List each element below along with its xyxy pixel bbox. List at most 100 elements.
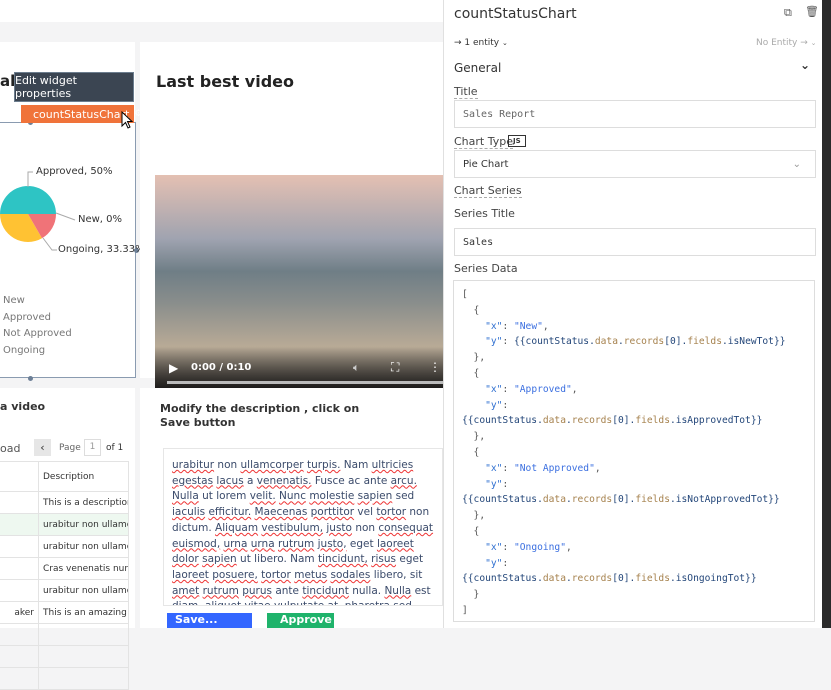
chart-type-value: Pie Chart: [463, 158, 509, 170]
table-cell[interactable]: urabitur non ullamco: [38, 535, 129, 558]
table-row[interactable]: [0, 645, 129, 668]
series-data-editor[interactable]: [ { "x": "New", "y": {{countStatus.data.…: [453, 280, 815, 622]
table-cell[interactable]: urabitur non ullamco: [38, 579, 129, 602]
code-token: "y": [462, 478, 503, 490]
table-cell[interactable]: [0, 667, 39, 690]
section-general[interactable]: General: [454, 61, 501, 75]
text-word: ut: [240, 553, 251, 566]
series-title-input[interactable]: Sales: [454, 228, 816, 256]
page-input[interactable]: 1: [84, 439, 101, 456]
text-word: aliquet: [205, 600, 241, 605]
video-progress-bar[interactable]: [167, 381, 443, 384]
chevron-down-icon[interactable]: ⌄: [800, 58, 810, 72]
table-cell[interactable]: [0, 579, 39, 602]
text-word: vestibulum,: [261, 521, 324, 534]
title-label: Title: [454, 85, 478, 99]
fullscreen-icon[interactable]: ⛶: [391, 360, 399, 375]
chart-legend: New Approved Not Approved Ongoing: [3, 293, 72, 359]
code-token: "New": [514, 320, 543, 332]
table-cell[interactable]: aker: [0, 601, 39, 624]
text-word: consequat: [378, 521, 434, 534]
save-button[interactable]: Save...: [167, 613, 252, 628]
text-word: tortor: [261, 568, 291, 581]
text-word: arcu.: [390, 474, 417, 487]
approve-button[interactable]: Approve: [267, 613, 334, 628]
data-label: Ongoing, 33.33%: [58, 244, 145, 255]
code-token: [0].: [612, 494, 636, 506]
legend-item[interactable]: Not Approved: [3, 326, 72, 343]
table-cell[interactable]: This is a description: [38, 491, 129, 514]
volume-icon[interactable]: 🔈︎: [353, 361, 360, 375]
code-token: ,: [571, 383, 578, 395]
play-icon[interactable]: ▶: [169, 361, 178, 375]
code-token: records: [571, 415, 613, 427]
table-cell[interactable]: [38, 667, 129, 690]
column-header[interactable]: Description: [38, 461, 129, 492]
pie-slice-approved[interactable]: [0, 186, 56, 214]
text-word: non: [217, 459, 238, 471]
widget-name-tag[interactable]: countStatusChart ⚙: [21, 105, 142, 123]
js-toggle[interactable]: JS: [508, 135, 526, 147]
prev-page-icon[interactable]: ‹: [34, 439, 51, 456]
table-cell[interactable]: [0, 645, 39, 668]
download-button[interactable]: oad: [0, 442, 20, 455]
text-word: ut: [202, 490, 213, 503]
title-input[interactable]: Sales Report: [454, 100, 816, 128]
description-textarea[interactable]: urabitur non ullamcorper turpis. Nam ult…: [163, 448, 443, 606]
text-word: porttitor: [310, 506, 355, 519]
table-cell[interactable]: [0, 535, 39, 558]
code-token: },: [462, 352, 486, 364]
text-word: sapien: [357, 490, 393, 503]
series-data-label: Series Data: [454, 262, 518, 275]
chevron-down-icon: ⌄: [502, 39, 508, 47]
text-word: vulputate: [274, 600, 324, 605]
table-row[interactable]: urabitur non ullamco: [0, 535, 129, 558]
table-row[interactable]: Cras venenatis nunc: [0, 557, 129, 580]
code-token: :: [502, 320, 514, 332]
code-token: "x": [462, 383, 503, 395]
code-token: "Approved": [514, 383, 572, 395]
table-row[interactable]: urabitur non ullamco: [0, 513, 129, 536]
chart-type-select[interactable]: Pie Chart ⌄: [454, 150, 816, 178]
legend-item[interactable]: Approved: [3, 310, 72, 327]
table-cell[interactable]: urabitur non ullamco: [38, 513, 129, 536]
delete-icon[interactable]: 🗑︎: [805, 5, 819, 18]
code-token: "y": [462, 336, 503, 348]
text-word: euismod,: [172, 537, 221, 550]
table-cell[interactable]: [0, 513, 39, 536]
scrollbar[interactable]: [822, 0, 831, 628]
code-token: {: [462, 367, 480, 379]
video-player[interactable]: ▶ 0:00 / 0:10 🔈︎ ⛶ ⋮: [155, 175, 443, 389]
more-options-icon[interactable]: ⋮: [429, 360, 441, 374]
table-row[interactable]: urabitur non ullamco: [0, 579, 129, 602]
outgoing-entity-dropdown[interactable]: No Entity → ⌄: [756, 38, 817, 48]
table-row[interactable]: This is a description: [0, 491, 129, 514]
code-token: },: [462, 431, 486, 443]
copy-icon[interactable]: ⧉: [784, 6, 792, 20]
text-word: at,: [328, 600, 342, 605]
code-token: :: [502, 462, 514, 474]
resize-handle[interactable]: [28, 376, 33, 381]
table-row[interactable]: aker This is an amazing vi: [0, 601, 129, 624]
table-cell[interactable]: Cras venenatis nunc: [38, 557, 129, 580]
table-cell[interactable]: This is an amazing vi: [38, 601, 129, 624]
table-cell[interactable]: [0, 623, 39, 646]
pane-widget-name[interactable]: countStatusChart: [454, 6, 577, 22]
text-word: vitae: [244, 600, 270, 605]
table-cell[interactable]: [0, 491, 39, 514]
code-token: [0].: [612, 573, 636, 585]
table-cell[interactable]: [38, 645, 129, 668]
table-cell[interactable]: [0, 557, 39, 580]
code-token: fields: [635, 573, 670, 585]
text-word: justo,: [317, 537, 347, 550]
legend-item[interactable]: Ongoing: [3, 343, 72, 360]
incoming-entity-dropdown[interactable]: → 1 entity ⌄: [454, 38, 508, 48]
code-line: {{countStatus.data.records[0].fields.isA…: [462, 413, 806, 429]
text-word: metus: [294, 568, 328, 581]
legend-item[interactable]: New: [3, 293, 72, 310]
table-row[interactable]: [0, 623, 129, 646]
table-cell[interactable]: [38, 623, 129, 646]
table-row[interactable]: [0, 667, 129, 690]
code-token: "Ongoing": [514, 541, 566, 553]
column-header[interactable]: [0, 461, 39, 492]
